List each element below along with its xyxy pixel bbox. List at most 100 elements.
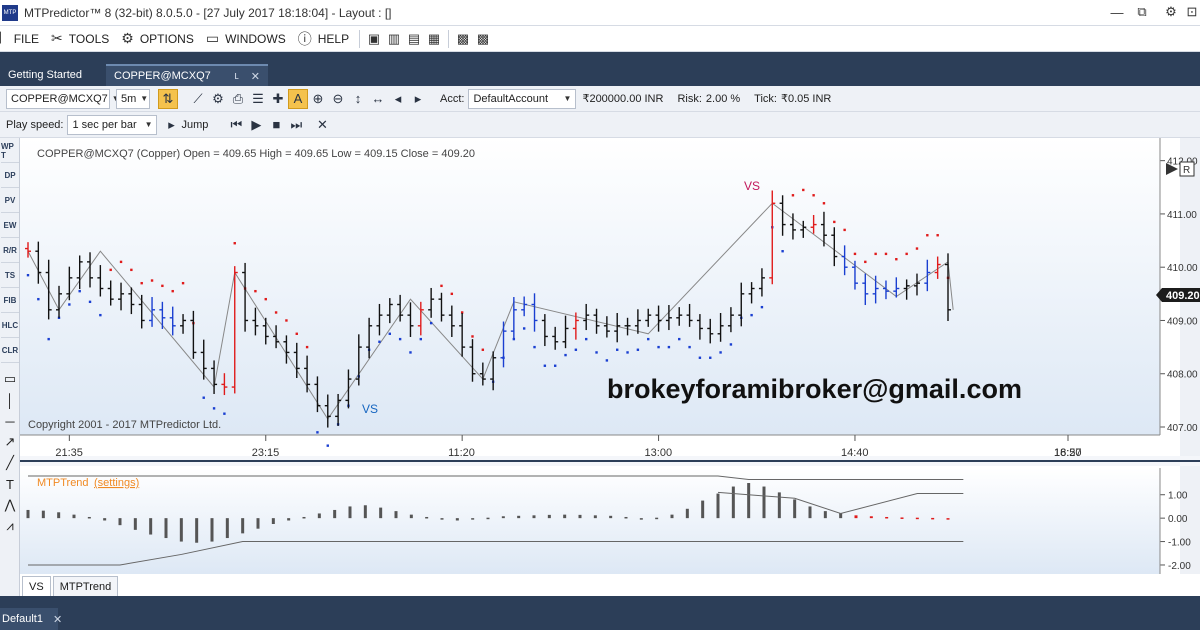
grid-icon[interactable]: ▦ [424,30,444,48]
menu-options[interactable]: ⚙ OPTIONS [115,28,200,50]
osc-bar [609,515,613,519]
tab-copper-chart[interactable]: COPPER@MCXQ7 ʟ ✕ [106,64,268,86]
osc-bar [149,518,153,535]
layout-tab-default[interactable]: Default1 ✕ [0,608,62,630]
gear-icon[interactable]: ⚙ [208,89,228,109]
osc-bar [578,514,582,519]
pane-tab-mtptrend[interactable]: MTPTrend [52,576,119,596]
tool-pv[interactable]: PV [1,189,19,213]
pane-tab-mtptrend-label: MTPTrend [59,580,112,593]
x-tick-label: 14:40 [841,447,869,459]
pane-tab-vs[interactable]: VS [22,576,51,596]
account-select[interactable]: DefaultAccount ▼ [468,88,577,109]
save-as-icon[interactable]: ▩ [473,30,493,48]
timeframe-select[interactable]: 5m ▼ [116,88,150,109]
rectangle-tool-icon[interactable]: ▭ [1,369,19,389]
print-icon[interactable]: ⎙ [228,89,248,109]
stop-dot [709,356,712,359]
menu-help[interactable]: ⓘ HELP [292,28,355,50]
fit-vertical-icon[interactable]: ↕ [348,89,368,109]
text-tool-icon[interactable]: T [1,474,19,494]
copyright-text: Copyright 2001 - 2017 MTPredictor Ltd. [28,419,221,431]
chart-area[interactable]: 412.00411.00410.00409.00408.00407.00 21:… [20,138,1200,600]
stop-dot [140,281,143,285]
price-chart-svg[interactable]: 412.00411.00410.00409.00408.00407.00 21:… [20,138,1200,600]
osc-bar [118,518,122,526]
close-icon[interactable]: ✕ [312,115,332,135]
timeframe-value: 5m [121,92,137,105]
chat-icon[interactable]: ▣ [364,30,384,48]
bars-icon[interactable]: ▥ [384,30,404,48]
play-speed-select[interactable]: 1 sec per bar ▼ [67,114,158,135]
save-icon[interactable]: ▩ [453,30,473,48]
osc-bar [241,518,245,534]
stop-dot [171,289,174,293]
tool-dp[interactable]: DP [1,164,19,188]
trendline-tool-icon[interactable]: ╱ [1,453,19,473]
menu-tools[interactable]: ✂ TOOLS [45,28,115,50]
stop-dot [616,348,619,351]
line-chart-icon[interactable]: ⟋ [188,89,208,109]
tool-rr[interactable]: R/R [1,239,19,263]
stop-dot [181,281,185,285]
stop-dot [233,242,236,245]
osc-bar [839,513,843,519]
tool-hlc[interactable]: HLC [1,314,19,338]
zoom-out-icon[interactable]: ⊖ [328,89,348,109]
menu-file[interactable]: ▏ FILE [0,28,45,50]
pin-icon[interactable]: ʟ [234,70,238,82]
list-icon[interactable]: ☰ [248,89,268,109]
minimize-icon[interactable]: — [1108,4,1126,20]
tool-ts[interactable]: TS [1,264,19,288]
close-icon[interactable]: ✕ [251,70,260,83]
stop-dot [926,234,929,237]
play-speed-value: 1 sec per bar [72,118,137,131]
tool-fib[interactable]: FIB [1,289,19,313]
tool-clr[interactable]: CLR [1,339,19,363]
fit-horizontal-icon[interactable]: ↔ [368,89,388,109]
columns-icon[interactable]: ▤ [404,30,424,48]
y-tick-label: 408.00 [1167,370,1198,381]
osc-bar [409,514,413,519]
stop-dot [647,337,650,341]
osc-bar [563,514,567,519]
restore-window-icon[interactable]: ⊡ [1185,4,1199,20]
tool-ew[interactable]: EW [1,214,19,238]
tool-wp-t[interactable]: WP T [1,139,19,163]
gear-icon: ⚙ [121,30,134,46]
menu-windows[interactable]: ▭ WINDOWS [200,28,292,50]
arrow-tool-icon[interactable]: ↗ [1,432,19,452]
crosshair-icon[interactable]: ✚ [268,89,288,109]
horizontal-line-tool-icon[interactable]: ─ [1,411,19,431]
restore-icon[interactable]: ⧉ [1133,4,1151,20]
stop-dot [119,260,123,264]
stop-icon[interactable]: ■ [266,115,286,135]
gear-icon[interactable]: ⚙ [1162,4,1180,20]
skip-forward-icon[interactable]: ⏭ [286,115,306,135]
zigzag-tool-icon[interactable]: ⩘ [1,516,19,536]
scroll-right-icon[interactable]: ▸ [408,89,428,109]
scroll-left-icon[interactable]: ◂ [388,89,408,109]
jump-button[interactable]: Jump [181,119,208,131]
vertical-line-tool-icon[interactable]: │ [1,390,19,410]
osc-bar [133,518,137,530]
close-icon[interactable]: ✕ [53,613,62,626]
x-tick-label: 21:35 [55,447,83,459]
layout-tab-strip: Default1 ✕ [0,596,1200,630]
pattern-tool-icon[interactable]: ⋀ [1,495,19,515]
symbol-select[interactable]: COPPER@MCXQ7 ▼ [6,88,120,109]
jump-icon[interactable]: ▸ [161,115,181,135]
play-icon[interactable]: ▶ [246,115,266,135]
osc-bar [363,505,367,519]
skip-back-icon[interactable]: ⏮ [226,115,246,135]
tab-getting-started[interactable]: Getting Started [0,64,106,86]
help-icon: ⓘ [297,30,312,47]
zoom-in-icon[interactable]: ⊕ [308,89,328,109]
stop-dot [729,343,733,346]
layout-tab-label: Default1 [2,613,43,625]
chevron-down-icon: ▼ [563,94,572,103]
risk-value[interactable]: 2.00 % [706,93,740,105]
sort-icon[interactable]: ⇅ [158,88,178,109]
annotate-icon[interactable]: A [288,88,308,109]
indicator-settings-link[interactable]: (settings) [94,477,139,489]
